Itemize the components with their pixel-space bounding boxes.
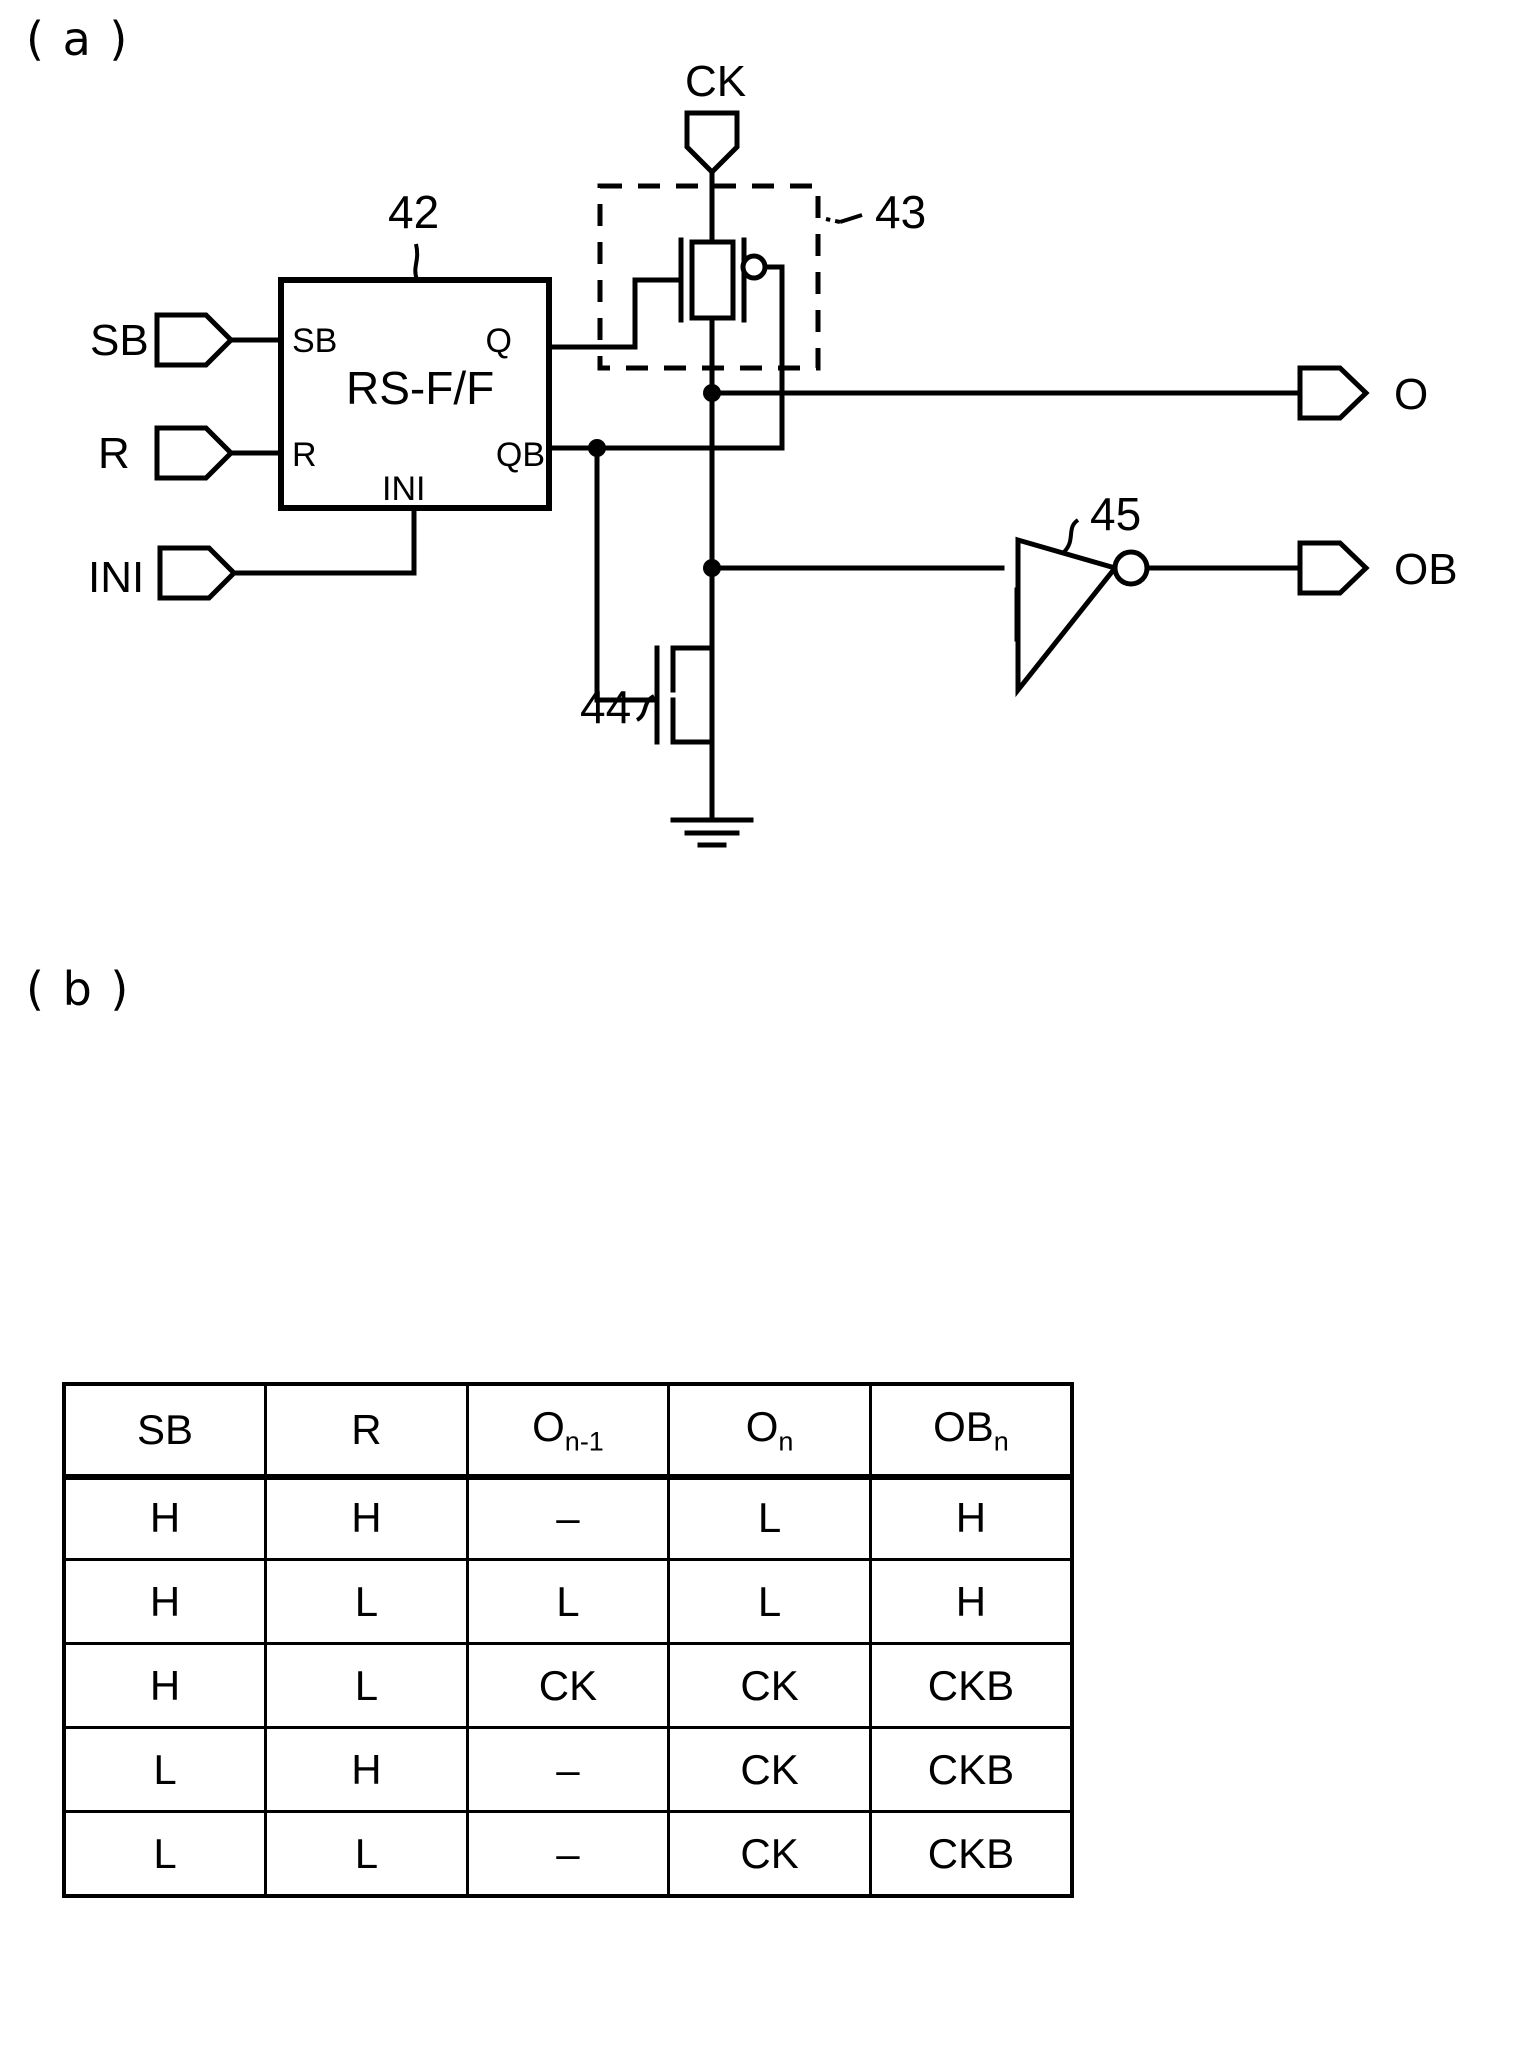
- inverter-triangle-icon: [1015, 536, 1120, 698]
- table-cell: CKB: [868, 1810, 1074, 1898]
- column-header-r: R: [264, 1382, 469, 1477]
- table-cell: CK: [667, 1726, 872, 1813]
- column-header-subscript: n-1: [564, 1426, 604, 1457]
- port-label-o: O: [1394, 370, 1428, 419]
- column-header-o-n: On: [667, 1382, 872, 1477]
- port-label-ob: OB: [1394, 545, 1458, 594]
- table-cell: –: [465, 1726, 671, 1813]
- table-cell: CK: [465, 1642, 671, 1729]
- column-header-base: OB: [933, 1402, 994, 1450]
- table-row: L L – CK CKB: [62, 1810, 1074, 1898]
- nmos-source-lead: [670, 739, 715, 823]
- panel-b-label: ( b ): [26, 962, 131, 1016]
- column-header-sb: SB: [62, 1382, 268, 1477]
- port-connector-ob: [1297, 540, 1370, 596]
- table-row: H L CK CK CKB: [62, 1642, 1074, 1729]
- table-cell: –: [465, 1474, 671, 1561]
- pin-label-q: Q: [486, 322, 512, 360]
- ref-45-label: 45: [1090, 488, 1141, 540]
- junction-dot-qb: [588, 439, 606, 457]
- port-connector-ck: [684, 110, 740, 176]
- table-cell: L: [264, 1642, 469, 1729]
- table-row: L H – CK CKB: [62, 1726, 1074, 1813]
- tgate-right-gate-lead: [762, 264, 785, 451]
- table-cell: L: [465, 1558, 671, 1645]
- circuit-diagram-figure-a: RS-F/F 42 SB R INI Q QB SB R INI CK 43 O…: [0, 0, 1515, 960]
- column-header-base: O: [532, 1402, 565, 1450]
- rs-ff-block-title: RS-F/F: [346, 362, 494, 414]
- pin-label-sb: SB: [292, 322, 337, 360]
- table-cell: –: [465, 1810, 671, 1898]
- table-cell: CK: [667, 1642, 872, 1729]
- port-connector-ini: [157, 545, 238, 601]
- table-header-row: SB R On-1 On OBn: [62, 1382, 1074, 1477]
- table-body: H H – L H H L L L H H L CK CK CKB L H – CK CKB L L – CK CKB: [62, 1474, 1074, 1898]
- port-connector-sb: [154, 312, 235, 368]
- wire-ini-to-block: [231, 505, 417, 576]
- ref-44-label: 44: [580, 681, 631, 733]
- column-header-base: R: [351, 1406, 382, 1453]
- ref-45-leader: [1062, 518, 1080, 554]
- table-cell: H: [62, 1558, 268, 1645]
- truth-table: SB R On-1 On OBn H H – L H H L L L H H L CK CK CKB L H – C…: [62, 1382, 1074, 1898]
- ref-43-label: 43: [875, 186, 926, 238]
- table-row: H H – L H: [62, 1474, 1074, 1561]
- table-cell: H: [62, 1474, 268, 1561]
- ref-42-label: 42: [388, 186, 439, 238]
- table-cell: L: [667, 1558, 872, 1645]
- pin-label-r: R: [292, 436, 317, 474]
- table-cell: L: [667, 1474, 872, 1561]
- column-header-base: O: [745, 1402, 779, 1450]
- pin-label-qb: QB: [496, 436, 545, 474]
- inverter-bubble-icon: [1112, 549, 1150, 587]
- ref-43-leader: [839, 213, 863, 224]
- table-cell: CK: [667, 1810, 872, 1898]
- table-row: HLLLH: [62, 1558, 1074, 1645]
- table-cell: H: [62, 1642, 268, 1729]
- tgate-left-gate-lead: [632, 277, 684, 350]
- table-cell: H: [868, 1558, 1074, 1645]
- port-connector-o: [1297, 365, 1370, 421]
- port-connector-r: [154, 425, 235, 481]
- table-cell: H: [264, 1726, 469, 1813]
- column-header-subscript: n: [778, 1426, 794, 1457]
- ref-42-leader: [413, 243, 420, 281]
- column-header-base: SB: [137, 1406, 194, 1453]
- pin-label-ini: INI: [382, 470, 425, 508]
- port-label-ini: INI: [88, 553, 144, 602]
- port-label-ck: CK: [685, 57, 746, 106]
- table-cell: L: [62, 1810, 268, 1898]
- table-cell: L: [62, 1726, 268, 1813]
- table-cell: L: [264, 1810, 469, 1898]
- port-label-r: R: [98, 429, 130, 478]
- port-label-sb: SB: [90, 316, 149, 365]
- column-header-ob-n: OBn: [868, 1382, 1074, 1477]
- wire-qb-to-nmos-gate: [594, 445, 660, 703]
- column-header-o-prev: On-1: [465, 1382, 671, 1477]
- column-header-subscript: n: [993, 1426, 1009, 1457]
- circuit-svg: RS-F/F 42 SB R INI Q QB SB R INI CK 43 O…: [88, 57, 1458, 848]
- table-cell: CKB: [868, 1642, 1074, 1729]
- table-cell: CKB: [868, 1726, 1074, 1813]
- tgate-inverting-bubble-icon: [740, 253, 768, 281]
- table-cell: H: [264, 1474, 469, 1561]
- table-cell: H: [868, 1474, 1074, 1561]
- ref-43-leader-dash: [825, 217, 841, 224]
- table-cell: L: [264, 1558, 469, 1645]
- tgate-channel-body: [689, 239, 736, 321]
- truth-table-container: SB R On-1 On OBn H H – L H H L L L H H L CK CK CKB L H – C…: [62, 1382, 1074, 1898]
